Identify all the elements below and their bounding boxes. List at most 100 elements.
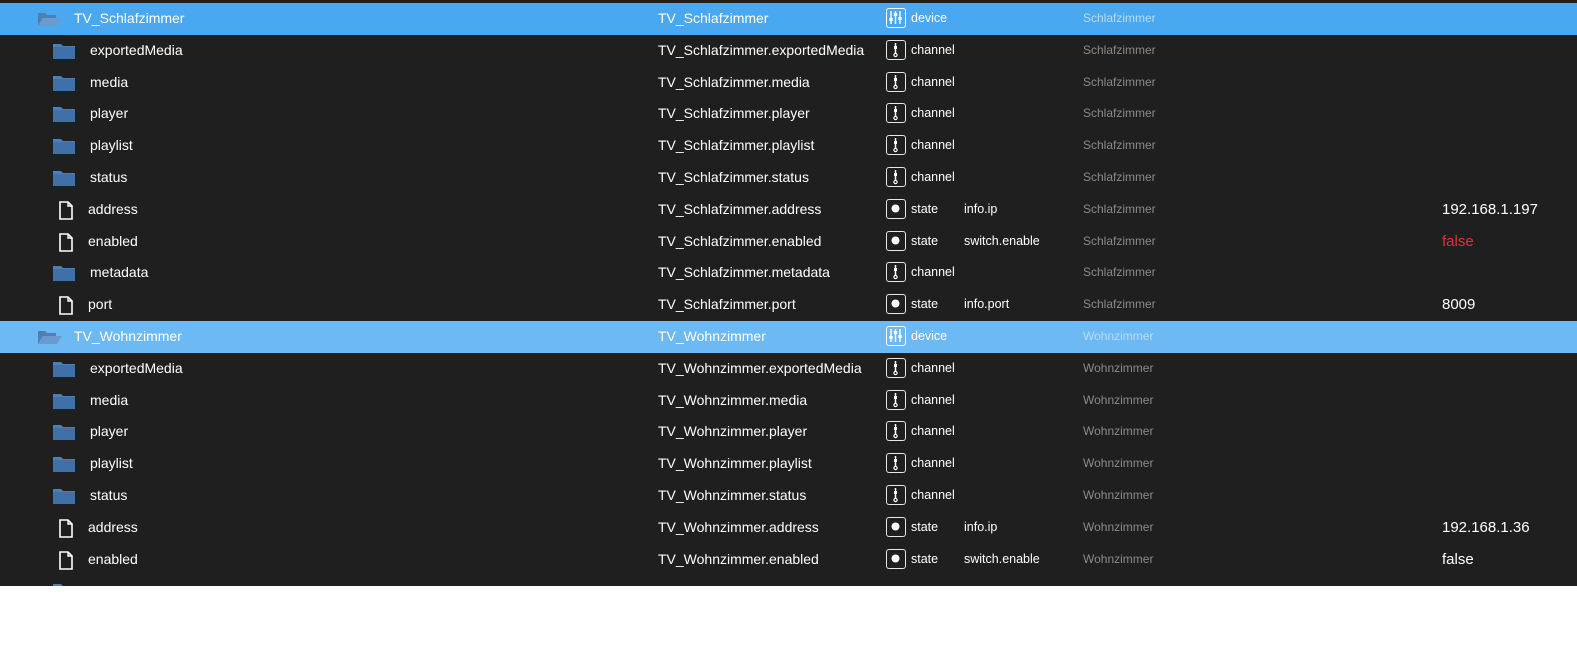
object-type: state xyxy=(911,297,939,312)
object-name: playlist xyxy=(90,455,133,472)
tree-row[interactable]: player TV_Schlafzimmer.player channel Schla… xyxy=(0,98,1577,130)
object-type: channel xyxy=(911,424,955,439)
object-role: info.port xyxy=(964,297,1010,312)
object-value[interactable]: 8009 xyxy=(1442,289,1475,321)
tree-row[interactable]: status TV_Schlafzimmer.status channel Schla… xyxy=(0,162,1577,194)
channel-icon xyxy=(886,421,906,442)
device-sliders-icon xyxy=(886,8,906,28)
tree-row[interactable]: exportedMedia TV_Wohnzimmer.exportedMedia… xyxy=(0,353,1577,385)
object-type: channel xyxy=(911,169,955,184)
tree-row[interactable]: enabled TV_Wohnzimmer.enabled state switch.… xyxy=(0,544,1577,576)
folder-open-icon[interactable] xyxy=(37,329,62,345)
tree-row[interactable]: metadata TV_Schlafzimmer.metadata channel S… xyxy=(0,257,1577,289)
object-type: channel xyxy=(911,456,955,471)
channel-icon xyxy=(886,453,906,474)
object-name: TV_Schlafzimmer xyxy=(74,10,185,26)
channel-icon xyxy=(886,103,906,124)
tree-row[interactable]: media TV_Wohnzimmer.media channel Wohnzimme… xyxy=(0,385,1577,417)
object-value[interactable]: false xyxy=(1442,544,1474,576)
channel-icon xyxy=(886,262,906,283)
tree-row[interactable]: player TV_Wohnzimmer.player channel Wohnzim… xyxy=(0,416,1577,448)
object-id: TV_Wohnzimmer.playlist xyxy=(658,455,812,472)
tree-row-device[interactable]: TV_Wohnzimmer TV_Wohnzimmer device Wohnzimm… xyxy=(0,320,1577,353)
tree-row[interactable] xyxy=(0,575,1577,586)
tree-row[interactable]: playlist TV_Schlafzimmer.playlist channel S… xyxy=(0,130,1577,162)
object-name: exportedMedia xyxy=(90,41,183,58)
object-type: channel xyxy=(911,487,955,502)
object-value[interactable]: 192.168.1.197 xyxy=(1442,194,1538,226)
object-name: TV_Wohnzimmer xyxy=(74,327,182,344)
tree-row[interactable]: exportedMedia TV_Schlafzimmer.exportedMed… xyxy=(0,35,1577,67)
object-type: channel xyxy=(911,392,955,407)
tree-row[interactable]: enabled TV_Schlafzimmer.enabled state switc… xyxy=(0,226,1577,258)
tree-row[interactable]: playlist TV_Wohnzimmer.playlist channel Woh… xyxy=(0,448,1577,480)
file-icon xyxy=(59,296,73,315)
folder-icon xyxy=(53,43,75,59)
object-id: TV_Schlafzimmer.media xyxy=(658,73,810,90)
object-id: TV_Schlafzimmer.exportedMedia xyxy=(658,41,865,58)
object-room: Wohnzimmer xyxy=(1083,519,1154,534)
object-role: switch.enable xyxy=(964,233,1040,248)
object-name: status xyxy=(90,168,128,185)
object-id: TV_Schlafzimmer.address xyxy=(658,200,822,217)
object-id: TV_Schlafzimmer.port xyxy=(658,296,796,313)
state-dot-icon xyxy=(886,294,906,315)
tree-row[interactable]: status TV_Wohnzimmer.status channel Wohnzim… xyxy=(0,480,1577,512)
object-room: Schlafzimmer xyxy=(1083,169,1156,184)
channel-icon xyxy=(886,71,906,92)
object-type: device xyxy=(911,11,948,25)
object-name: playlist xyxy=(90,137,133,154)
object-room: Wohnzimmer xyxy=(1083,424,1154,439)
object-name: address xyxy=(88,200,138,217)
object-type: state xyxy=(911,551,939,566)
folder-icon xyxy=(53,75,75,91)
object-name: port xyxy=(88,296,113,313)
object-id: TV_Wohnzimmer.address xyxy=(658,518,819,535)
tree-row-device[interactable]: TV_Schlafzimmer TV_Schlafzimmer device Schl… xyxy=(0,3,1577,35)
file-icon xyxy=(59,232,73,252)
object-id: TV_Wohnzimmer.media xyxy=(658,391,808,408)
object-id: TV_Wohnzimmer.player xyxy=(658,423,808,440)
folder-icon xyxy=(53,265,75,282)
object-id: TV_Schlafzimmer xyxy=(658,10,769,26)
tree-row[interactable]: media TV_Schlafzimmer.media channel Schlafz… xyxy=(0,67,1577,99)
object-id: TV_Wohnzimmer xyxy=(658,327,766,344)
object-name: player xyxy=(90,423,129,440)
folder-icon xyxy=(53,488,75,504)
folder-open-icon[interactable] xyxy=(37,11,62,27)
object-id: TV_Wohnzimmer.status xyxy=(658,486,807,503)
object-id: TV_Schlafzimmer.metadata xyxy=(658,264,830,281)
object-room: Schlafzimmer xyxy=(1083,74,1156,89)
tree-row[interactable]: address TV_Wohnzimmer.address state info.ip… xyxy=(0,512,1577,544)
folder-icon xyxy=(53,106,75,123)
object-room: Schlafzimmer xyxy=(1083,42,1156,57)
object-name: exportedMedia xyxy=(90,359,183,376)
folder-icon xyxy=(53,361,75,377)
object-room: Schlafzimmer xyxy=(1083,201,1156,216)
object-room: Schlafzimmer xyxy=(1083,297,1156,312)
folder-icon xyxy=(53,424,75,441)
object-room: Schlafzimmer xyxy=(1083,138,1156,153)
state-dot-icon xyxy=(886,516,906,537)
object-name: media xyxy=(90,391,129,408)
object-type: channel xyxy=(911,138,955,153)
object-name: enabled xyxy=(88,550,138,567)
object-id: TV_Schlafzimmer.player xyxy=(658,105,810,122)
object-type: channel xyxy=(911,74,955,89)
object-value[interactable]: false xyxy=(1442,226,1474,258)
folder-icon xyxy=(53,138,75,155)
state-dot-icon xyxy=(886,230,906,251)
channel-icon xyxy=(886,357,906,378)
object-role: info.ip xyxy=(964,519,998,534)
channel-icon xyxy=(886,39,906,60)
object-tree: TV_Schlafzimmer TV_Schlafzimmer device Schl… xyxy=(0,0,1577,586)
object-id: TV_Schlafzimmer.status xyxy=(658,168,809,185)
object-room: Schlafzimmer xyxy=(1083,106,1156,121)
channel-icon xyxy=(886,135,906,156)
tree-row[interactable]: address TV_Schlafzimmer.address state info.… xyxy=(0,194,1577,226)
object-value[interactable]: 192.168.1.36 xyxy=(1442,512,1530,544)
folder-icon xyxy=(53,456,75,473)
state-dot-icon xyxy=(886,198,906,219)
folder-icon xyxy=(53,170,75,186)
tree-row[interactable]: port TV_Schlafzimmer.port state info.port Sc… xyxy=(0,289,1577,321)
